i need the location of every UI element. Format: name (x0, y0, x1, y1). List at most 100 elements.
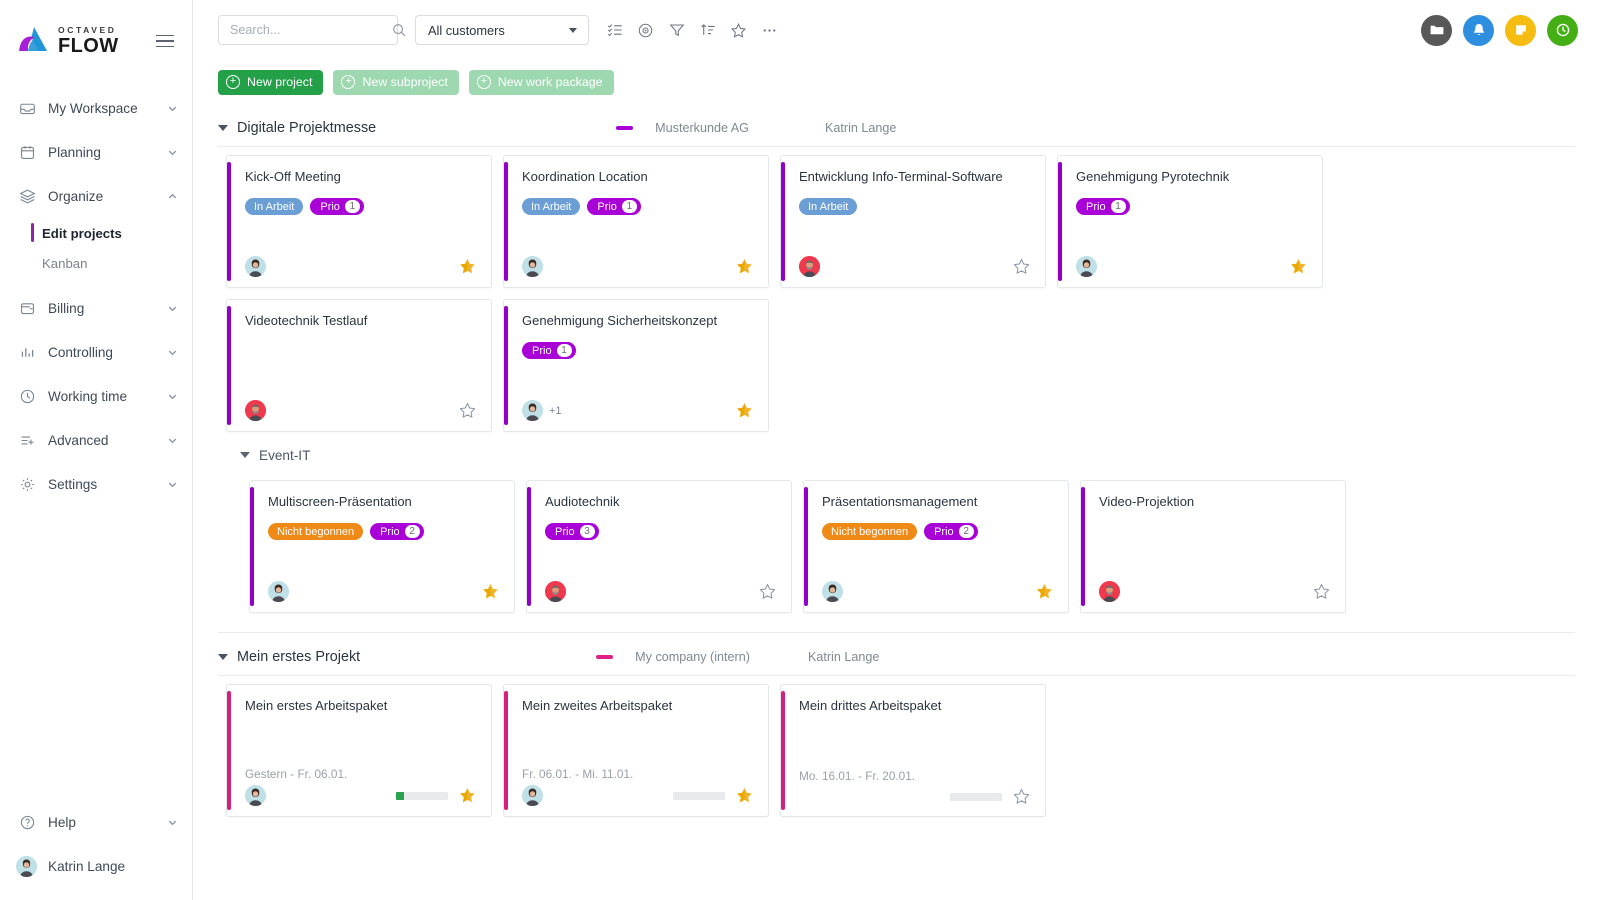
work-package-card[interactable]: Entwicklung Info-Terminal-Software In Ar… (780, 155, 1046, 288)
checklist-icon[interactable] (599, 15, 630, 46)
star-filled-icon[interactable] (458, 257, 477, 276)
collapse-triangle-icon[interactable] (218, 125, 228, 131)
star-outline-icon[interactable] (458, 401, 477, 420)
eye-icon[interactable] (630, 15, 661, 46)
work-package-card[interactable]: Video-Projektion (1080, 480, 1346, 613)
sidebar-item-advanced[interactable]: Advanced (0, 418, 192, 462)
more-horizontal-icon[interactable] (754, 15, 785, 46)
avatar[interactable] (268, 581, 289, 602)
star-outline-icon[interactable] (1012, 257, 1031, 276)
hamburger-icon[interactable] (152, 31, 178, 52)
sidebar-item-organize[interactable]: Organize (0, 174, 192, 218)
star-filled-icon[interactable] (735, 401, 754, 420)
clock-icon[interactable] (1547, 15, 1578, 46)
sidebar-item-planning[interactable]: Planning (0, 130, 192, 174)
new-project-button[interactable]: + New project (218, 70, 323, 95)
filter-icon[interactable] (661, 15, 692, 46)
collapse-triangle-icon[interactable] (240, 452, 250, 458)
card-date-range: Mo. 16.01. - Fr. 20.01. (799, 769, 1031, 783)
card-footer-right (458, 401, 477, 420)
card-badges: Nicht begonnenPrio2 (822, 523, 1054, 540)
note-icon[interactable] (1505, 15, 1536, 46)
new-work-package-button[interactable]: + New work package (469, 70, 614, 95)
sidebar-item-controlling[interactable]: Controlling (0, 330, 192, 374)
search-icon[interactable] (392, 23, 406, 37)
work-package-card[interactable]: Kick-Off Meeting In ArbeitPrio1 (226, 155, 492, 288)
sort-ascending-icon[interactable] (692, 15, 723, 46)
bell-icon[interactable] (1463, 15, 1494, 46)
star-outline-icon[interactable] (1012, 787, 1031, 806)
star-outline-icon[interactable] (1312, 582, 1331, 601)
chevron-down-icon (569, 28, 577, 33)
card-badges: Prio1 (522, 342, 754, 359)
work-package-card[interactable]: Mein erstes Arbeitspaket Gestern - Fr. 0… (226, 684, 492, 817)
avatar[interactable] (522, 785, 543, 806)
card-title: Mein zweites Arbeitspaket (522, 698, 754, 714)
star-filled-icon[interactable] (481, 582, 500, 601)
work-package-card[interactable]: Genehmigung Pyrotechnik Prio1 (1057, 155, 1323, 288)
star-filled-icon[interactable] (1289, 257, 1308, 276)
avatar[interactable] (1099, 581, 1120, 602)
chevron-down-icon (167, 103, 178, 114)
avatar[interactable] (522, 256, 543, 277)
sidebar-item-kanban[interactable]: Kanban (0, 248, 192, 278)
sidebar-user[interactable]: Katrin Lange (0, 844, 192, 888)
avatar[interactable] (1076, 256, 1097, 277)
collapse-triangle-icon[interactable] (218, 654, 228, 660)
status-badge: Nicht begonnen (268, 523, 363, 540)
avatar[interactable] (522, 400, 543, 421)
work-package-card[interactable]: Mein drittes Arbeitspaket Mo. 16.01. - F… (780, 684, 1046, 817)
card-assignees (545, 581, 566, 602)
search-box[interactable] (218, 15, 398, 45)
star-filled-icon[interactable] (458, 786, 477, 805)
sidebar-item-billing[interactable]: Billing (0, 286, 192, 330)
card-assignees (245, 785, 266, 806)
new-subproject-button[interactable]: + New subproject (333, 70, 458, 95)
avatar[interactable] (245, 256, 266, 277)
card-assignees (1076, 256, 1097, 277)
subproject-name[interactable]: Event-IT (259, 448, 310, 463)
avatar[interactable] (545, 581, 566, 602)
chevron-down-icon (167, 479, 178, 490)
status-badge: In Arbeit (522, 198, 580, 215)
card-assignees (1099, 581, 1120, 602)
card-footer: +1 (522, 400, 754, 421)
work-package-card[interactable]: Videotechnik Testlauf (226, 299, 492, 432)
star-filled-icon[interactable] (735, 786, 754, 805)
sidebar-item-my-workspace[interactable]: My Workspace (0, 86, 192, 130)
star-icon[interactable] (723, 15, 754, 46)
star-filled-icon[interactable] (735, 257, 754, 276)
work-package-card[interactable]: Multiscreen-Präsentation Nicht begonnenP… (249, 480, 515, 613)
priority-value: 1 (557, 344, 572, 357)
gear-icon (18, 475, 37, 494)
avatar[interactable] (245, 785, 266, 806)
octaved-flow-logo-icon (16, 24, 50, 58)
star-outline-icon[interactable] (758, 582, 777, 601)
work-package-card[interactable]: Audiotechnik Prio3 (526, 480, 792, 613)
sidebar-item-edit-projects[interactable]: Edit projects (0, 218, 192, 248)
brand-logo-group[interactable]: OCTAVED FLOW (16, 24, 118, 58)
project-name[interactable]: Digitale Projektmesse (237, 120, 376, 136)
sidebar-item-settings[interactable]: Settings (0, 462, 192, 506)
plus-icon: + (477, 75, 491, 89)
sidebar-bottom: Help Katrin Lange (0, 800, 192, 900)
work-package-card[interactable]: Koordination Location In ArbeitPrio1 (503, 155, 769, 288)
sidebar-item-help[interactable]: Help (0, 800, 192, 844)
priority-badge: Prio2 (370, 523, 424, 540)
work-package-card[interactable]: Mein zweites Arbeitspaket Fr. 06.01. - M… (503, 684, 769, 817)
folder-icon[interactable] (1421, 15, 1452, 46)
sidebar-item-working-time[interactable]: Working time (0, 374, 192, 418)
brand-text: OCTAVED FLOW (58, 26, 118, 56)
work-package-card[interactable]: Genehmigung Sicherheitskonzept Prio1 +1 (503, 299, 769, 432)
customer-filter-select[interactable]: All customers (415, 15, 589, 45)
avatar[interactable] (245, 400, 266, 421)
avatar[interactable] (822, 581, 843, 602)
priority-value: 1 (622, 200, 637, 213)
bar-chart-icon (18, 343, 37, 362)
work-package-card[interactable]: Präsentationsmanagement Nicht begonnenPr… (803, 480, 1069, 613)
star-filled-icon[interactable] (1035, 582, 1054, 601)
question-circle-icon (18, 813, 37, 832)
project-name[interactable]: Mein erstes Projekt (237, 649, 360, 665)
search-input[interactable] (230, 23, 392, 37)
avatar[interactable] (799, 256, 820, 277)
